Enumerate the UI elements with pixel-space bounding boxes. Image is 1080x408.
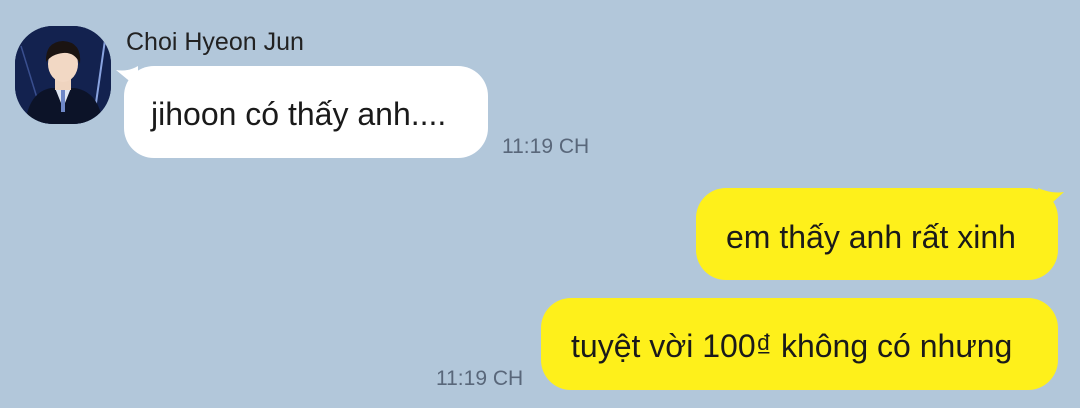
sender-avatar[interactable] [15,26,111,124]
sender-name: Choi Hyeon Jun [126,28,304,56]
message-text: jihoon có thấy anh.... [151,96,447,132]
profile-photo-icon [15,26,111,124]
incoming-message-bubble[interactable]: jihoon có thấy anh.... [124,66,488,158]
message-timestamp: 11:19 CH [436,367,524,390]
message-text: tuyệt vời 100₫ không có nhưng [571,328,1013,364]
outgoing-message-bubble[interactable]: tuyệt vời 100₫ không có nhưng [541,298,1058,390]
message-timestamp: 11:19 CH [502,135,590,158]
outgoing-message-bubble[interactable]: em thấy anh rất xinh [696,188,1058,280]
message-text: em thấy anh rất xinh [726,219,1016,255]
